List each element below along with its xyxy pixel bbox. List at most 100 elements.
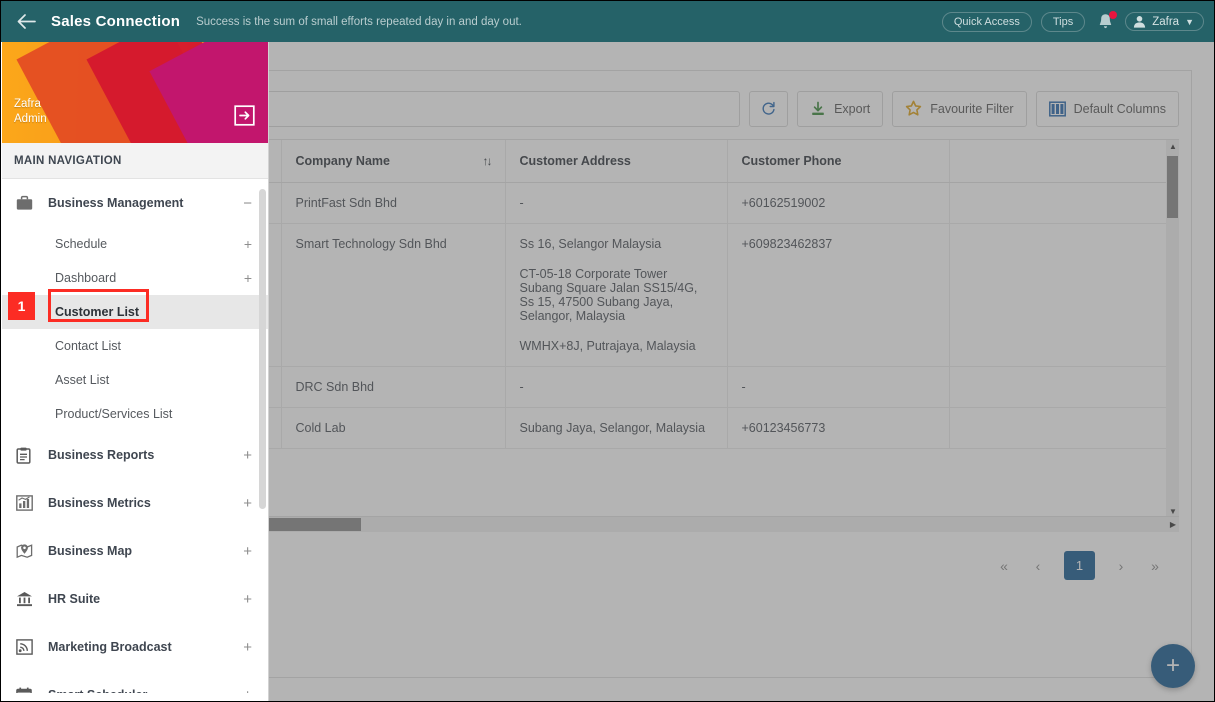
cell-company-name: Smart Technology Sdn Bhd [281, 223, 506, 367]
favourite-filter-button[interactable]: Favourite Filter [892, 90, 1027, 127]
sidebar-user-info: Zafra Admin [14, 97, 47, 126]
bell-icon[interactable] [1094, 10, 1118, 33]
sidebar-group-business-reports[interactable]: Business Reports + [2, 431, 268, 479]
user-menu[interactable]: Zafra ▼ [1125, 12, 1204, 31]
cell-customer-phone: +60162519002 [727, 182, 950, 224]
scroll-up-icon[interactable]: ▲ [1169, 142, 1177, 151]
refresh-icon [762, 101, 775, 115]
annotation-step-badge: 1 [8, 292, 35, 320]
sidebar-group-label: Business Map [48, 544, 133, 558]
column-header-customer-address[interactable]: Customer Address [505, 140, 728, 183]
expand-toggle-icon[interactable]: + [244, 237, 252, 251]
cell-customer-phone: +60123456773 [727, 407, 950, 449]
cell-overflow [949, 366, 1179, 408]
sidebar-group-business-metrics[interactable]: Business Metrics + [2, 479, 268, 527]
pagination-next[interactable]: › [1113, 558, 1129, 574]
columns-icon [1048, 100, 1066, 117]
column-label: Customer Address [519, 153, 631, 168]
sidebar-group-label: Business Reports [48, 448, 155, 462]
cell-overflow [949, 223, 1179, 367]
sidebar-group-label: Business Management [48, 196, 184, 210]
expand-toggle-icon[interactable]: + [243, 640, 252, 655]
cell-customer-phone: +609823462837 [727, 223, 950, 367]
column-label: Company Name [295, 153, 390, 168]
sidebar-scroll-area: Business Management − Schedule + Dashboard + C… [2, 179, 268, 693]
default-columns-button[interactable]: Default Columns [1035, 90, 1179, 127]
calendar-icon [16, 687, 42, 693]
sidebar-group-business-map[interactable]: Business Map + [2, 527, 268, 575]
sidebar-group-label: Business Metrics [48, 496, 151, 510]
export-button[interactable]: Export [797, 90, 884, 127]
application-window: Sales Connection Success is the sum of s… [0, 0, 1215, 702]
refresh-button[interactable] [749, 90, 789, 127]
map-pin-icon [16, 543, 42, 559]
arrow-left-icon[interactable] [13, 9, 39, 35]
favourite-filter-label: Favourite Filter [930, 101, 1014, 116]
plus-icon: + [1165, 652, 1180, 679]
expand-toggle-icon[interactable]: + [244, 271, 252, 285]
vertical-scroll-thumb[interactable] [1167, 156, 1178, 218]
sidebar-item-label: Product/Services List [55, 407, 173, 421]
sidebar-item-label: Asset List [55, 373, 110, 387]
briefcase-icon [16, 195, 42, 211]
clipboard-icon [16, 447, 42, 464]
expand-toggle-icon[interactable]: + [243, 496, 252, 511]
broadcast-icon [16, 639, 42, 655]
expand-toggle-icon[interactable]: + [243, 448, 252, 463]
pagination-page-1[interactable]: 1 [1064, 551, 1095, 580]
quick-access-button[interactable]: Quick Access [941, 11, 1032, 32]
sidebar-group-hr-suite[interactable]: HR Suite + [2, 575, 268, 623]
expand-toggle-icon[interactable]: + [243, 688, 252, 694]
address-line: - [519, 195, 524, 210]
cell-customer-address: Ss 16, Selangor Malaysia CT-05-18 Corpora… [505, 223, 728, 367]
pagination-last[interactable]: » [1147, 558, 1163, 574]
app-tagline: Success is the sum of small efforts repe… [196, 15, 522, 28]
address-line: Ss 16, Selangor Malaysia [519, 236, 662, 251]
pagination-prev[interactable]: ‹ [1030, 558, 1046, 574]
column-header-company-name[interactable]: Company Name ↑↓ [281, 140, 506, 183]
sidebar-group-marketing-broadcast[interactable]: Marketing Broadcast + [2, 623, 268, 671]
sidebar-item-product-services-list[interactable]: Product/Services List [2, 397, 268, 431]
sidebar-user-name: Zafra [14, 98, 41, 110]
scroll-down-icon[interactable]: ▼ [1169, 507, 1177, 516]
cell-company-name: DRC Sdn Bhd [281, 366, 506, 408]
sidebar-item-contact-list[interactable]: Contact List [2, 329, 268, 363]
sidebar-scroll-thumb[interactable] [259, 189, 266, 509]
sidebar-item-asset-list[interactable]: Asset List [2, 363, 268, 397]
annotation-highlight-box [48, 289, 149, 322]
sidebar-item-schedule[interactable]: Schedule + [2, 227, 268, 261]
pagination-first[interactable]: « [996, 558, 1012, 574]
expand-toggle-icon[interactable]: + [243, 544, 252, 559]
column-header-overflow [949, 140, 1179, 183]
tips-button[interactable]: Tips [1040, 11, 1086, 32]
logout-icon[interactable] [234, 105, 255, 126]
sort-icon[interactable]: ↑↓ [483, 154, 493, 168]
add-customer-fab[interactable]: + [1151, 644, 1195, 688]
sidebar-group-business-management[interactable]: Business Management − [2, 179, 268, 227]
chevron-down-icon: ▼ [1185, 16, 1194, 27]
user-name-label: Zafra [1152, 15, 1180, 28]
header-actions: Quick Access Tips Zafra ▼ [941, 10, 1204, 33]
sidebar-group-label: Marketing Broadcast [48, 640, 172, 654]
star-icon [906, 100, 922, 116]
expand-toggle-icon[interactable]: − [243, 196, 252, 211]
address-gap [520, 323, 713, 339]
cell-customer-address: - [505, 366, 728, 408]
notification-badge [1109, 10, 1118, 19]
default-columns-label: Default Columns [1073, 101, 1166, 116]
cell-overflow [949, 182, 1179, 224]
expand-toggle-icon[interactable]: + [243, 592, 252, 607]
bar-chart-icon [16, 495, 42, 511]
sidebar-group-smart-scheduler[interactable]: Smart Scheduler + [2, 671, 268, 693]
column-header-customer-phone[interactable]: Customer Phone [727, 140, 950, 183]
sidebar-section-label: MAIN NAVIGATION [2, 143, 268, 179]
address-line: WMHX+8J, Putrajaya, Malaysia [519, 338, 696, 353]
scroll-right-icon[interactable]: ▶ [1170, 520, 1176, 529]
download-icon [812, 101, 824, 115]
sidebar-items: Business Management − Schedule + Dashboard + C… [2, 179, 268, 693]
cell-customer-address: - [505, 182, 728, 224]
table-vertical-scrollbar[interactable]: ▲ ▼ [1166, 140, 1179, 516]
app-title: Sales Connection [51, 13, 181, 30]
bank-icon [16, 591, 42, 607]
sidebar-item-label: Contact List [55, 339, 122, 353]
